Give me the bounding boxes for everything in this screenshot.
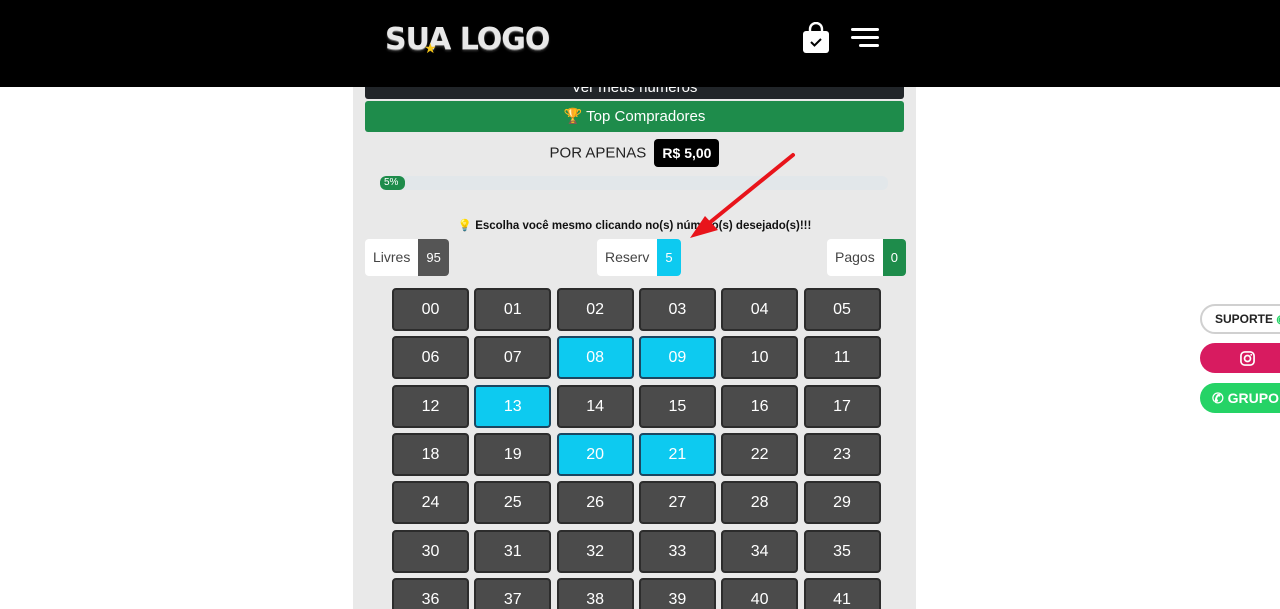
number-cell-05[interactable]: 05 xyxy=(803,288,881,331)
free-count-box[interactable]: Livres 95 xyxy=(365,239,449,276)
number-cell-06[interactable]: 06 xyxy=(392,336,469,380)
site-logo[interactable]: SUA LOGO xyxy=(385,22,550,57)
number-cell-26[interactable]: 26 xyxy=(556,481,634,525)
number-cell-27[interactable]: 27 xyxy=(638,481,716,525)
number-cell-33[interactable]: 33 xyxy=(638,529,716,573)
number-cell-19[interactable]: 19 xyxy=(474,432,552,476)
reserved-count: 5 xyxy=(657,239,681,276)
group-label: GRUPO xyxy=(1227,390,1279,406)
free-label: Livres xyxy=(373,249,411,265)
number-cell-08[interactable]: 08 xyxy=(556,336,634,380)
number-cell-38[interactable]: 38 xyxy=(556,577,634,609)
price-line: POR APENAS R$ 5,00 xyxy=(353,139,916,167)
choose-number-hint: 💡 Escolha você mesmo clicando no(s) núme… xyxy=(353,218,916,232)
number-cell-36[interactable]: 36 xyxy=(392,577,469,609)
support-label: SUPORTE xyxy=(1215,312,1274,326)
sales-progress-bar: 5% xyxy=(380,176,888,190)
paid-label: Pagos xyxy=(835,249,875,265)
price-label: POR APENAS xyxy=(549,144,647,162)
logo-star-icon: ★ xyxy=(424,40,437,56)
number-cell-12[interactable]: 12 xyxy=(392,384,469,428)
number-cell-23[interactable]: 23 xyxy=(803,432,881,476)
number-cell-01[interactable]: 01 xyxy=(474,288,552,331)
number-cell-35[interactable]: 35 xyxy=(803,529,881,573)
reserved-label: Reserv xyxy=(605,249,650,265)
top-buyers-button[interactable]: 🏆 Top Compradores xyxy=(365,101,904,132)
top-navbar: SUA LOGO ★ xyxy=(0,0,1280,87)
number-cell-07[interactable]: 07 xyxy=(474,336,552,380)
number-cell-15[interactable]: 15 xyxy=(638,384,716,428)
trophy-icon: 🏆 xyxy=(563,108,583,125)
progress-fill: 5% xyxy=(380,176,406,190)
number-cell-21[interactable]: 21 xyxy=(638,432,716,476)
raffle-panel: Ver meus números 🏆 Top Compradores POR A… xyxy=(353,87,916,609)
support-button[interactable]: SUPORTE ◉ xyxy=(1200,304,1280,334)
whatsapp-icon: ✆ xyxy=(1212,390,1224,406)
paid-count-box[interactable]: Pagos 0 xyxy=(827,239,906,276)
number-cell-40[interactable]: 40 xyxy=(721,577,799,609)
number-cell-03[interactable]: 03 xyxy=(638,288,716,331)
number-cell-28[interactable]: 28 xyxy=(721,481,799,525)
number-cell-17[interactable]: 17 xyxy=(803,384,881,428)
number-cell-18[interactable]: 18 xyxy=(392,432,469,476)
hamburger-menu-icon[interactable] xyxy=(851,28,879,48)
number-cell-04[interactable]: 04 xyxy=(721,288,799,331)
number-cell-32[interactable]: 32 xyxy=(556,529,634,573)
number-cell-24[interactable]: 24 xyxy=(392,481,469,525)
number-cell-10[interactable]: 10 xyxy=(721,336,799,380)
number-cell-16[interactable]: 16 xyxy=(721,384,799,428)
hint-text: Escolha você mesmo clicando no(s) número… xyxy=(475,220,812,232)
paid-count: 0 xyxy=(882,239,906,276)
whatsapp-group-button[interactable]: ✆ GRUPO xyxy=(1200,383,1280,413)
number-cell-00[interactable]: 00 xyxy=(392,288,469,331)
reserved-count-box[interactable]: Reserv 5 xyxy=(597,239,681,276)
number-cell-14[interactable]: 14 xyxy=(556,384,634,428)
number-cell-37[interactable]: 37 xyxy=(474,577,552,609)
number-cell-41[interactable]: 41 xyxy=(803,577,881,609)
price-badge: R$ 5,00 xyxy=(654,139,720,167)
number-cell-13[interactable]: 13 xyxy=(474,384,552,428)
instagram-icon xyxy=(1240,351,1255,366)
shopping-bag-check-icon[interactable] xyxy=(802,22,830,54)
number-cell-34[interactable]: 34 xyxy=(721,529,799,573)
free-count: 95 xyxy=(418,239,449,276)
number-cell-31[interactable]: 31 xyxy=(474,529,552,573)
number-cell-39[interactable]: 39 xyxy=(638,577,716,609)
instagram-button[interactable] xyxy=(1200,343,1280,373)
number-cell-29[interactable]: 29 xyxy=(803,481,881,525)
number-cell-11[interactable]: 11 xyxy=(803,336,881,380)
number-cell-30[interactable]: 30 xyxy=(392,529,469,573)
lightbulb-icon: 💡 xyxy=(457,220,472,232)
number-cell-02[interactable]: 02 xyxy=(556,288,634,331)
top-buyers-label: Top Compradores xyxy=(586,108,706,125)
number-cell-22[interactable]: 22 xyxy=(721,432,799,476)
my-numbers-label: Ver meus números xyxy=(571,87,698,96)
my-numbers-button[interactable]: Ver meus números xyxy=(365,87,904,99)
number-cell-09[interactable]: 09 xyxy=(638,336,716,380)
number-cell-20[interactable]: 20 xyxy=(556,432,634,476)
whatsapp-icon: ◉ xyxy=(1276,312,1280,326)
number-cell-25[interactable]: 25 xyxy=(474,481,552,525)
